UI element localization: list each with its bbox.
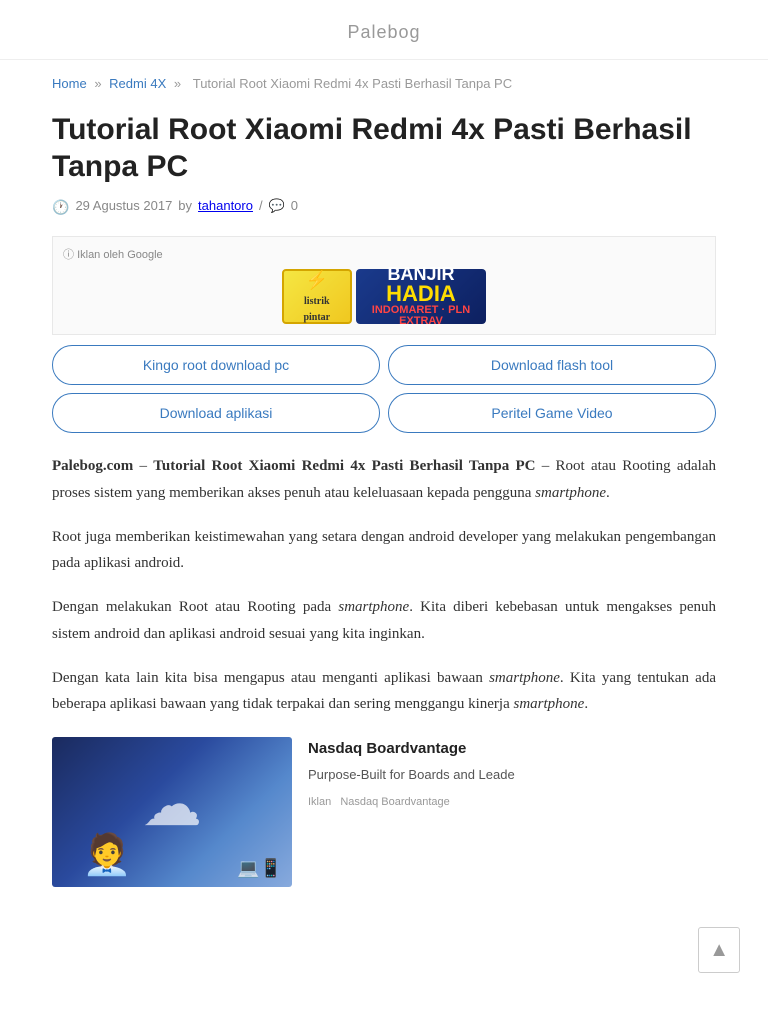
ad-link-peritel[interactable]: Peritel Game Video bbox=[388, 393, 716, 433]
para4-end: . bbox=[584, 696, 588, 712]
ad-banjir-extra: Extrav bbox=[372, 316, 470, 327]
post-content: Palebog.com – Tutorial Root Xiaomi Redmi… bbox=[52, 453, 716, 717]
breadcrumb: Home » Redmi 4X » Tutorial Root Xiaomi R… bbox=[52, 60, 716, 103]
meta-by: by bbox=[178, 196, 192, 217]
para1-end: . bbox=[606, 485, 610, 501]
paragraph-1: Palebog.com – Tutorial Root Xiaomi Redmi… bbox=[52, 453, 716, 506]
ad-listrik-line1: listrik bbox=[304, 294, 330, 310]
post-author[interactable]: tahantoro bbox=[198, 196, 253, 217]
promo-ad-tag: Iklan bbox=[308, 796, 331, 808]
intro-site: Palebog.com bbox=[52, 458, 133, 474]
ad-link-aplikasi[interactable]: Download aplikasi bbox=[52, 393, 380, 433]
promo-ad-label: Iklan Nasdaq Boardvantage bbox=[308, 794, 716, 812]
site-title: Palebog bbox=[347, 22, 420, 42]
post-meta: 🕐 29 Agustus 2017 by tahantoro / 💬 0 bbox=[52, 196, 716, 218]
para4-start: Dengan kata lain kita bisa mengapus atau… bbox=[52, 670, 489, 686]
ad-links-grid: Kingo root download pc Download flash to… bbox=[52, 345, 716, 434]
promo-ad-brand: Nasdaq Boardvantage bbox=[340, 796, 449, 808]
post-title: Tutorial Root Xiaomi Redmi 4x Pasti Berh… bbox=[52, 111, 716, 186]
smartphone-3: smartphone bbox=[489, 670, 560, 686]
breadcrumb-category[interactable]: Redmi 4X bbox=[109, 76, 166, 91]
lightning-icon: ⚡ bbox=[306, 266, 328, 295]
smartphone-4: smartphone bbox=[513, 696, 584, 712]
breadcrumb-home[interactable]: Home bbox=[52, 76, 87, 91]
post-date: 29 Agustus 2017 bbox=[75, 196, 172, 217]
ad-listrik: ⚡ listrik pintar bbox=[282, 269, 352, 324]
smartphone-1: smartphone bbox=[535, 485, 606, 501]
comment-icon: 💬 bbox=[269, 196, 285, 217]
intro-dash: – bbox=[140, 458, 148, 474]
promo-desc: Purpose-Built for Boards and Leade bbox=[308, 765, 716, 786]
cloud-icon: ☁ bbox=[142, 757, 202, 853]
comment-count: 0 bbox=[291, 196, 298, 217]
intro-end-dash: – bbox=[542, 458, 550, 474]
para3-start: Dengan melakukan Root atau Rooting pada bbox=[52, 599, 338, 615]
breadcrumb-current: Tutorial Root Xiaomi Redmi 4x Pasti Berh… bbox=[193, 76, 512, 91]
ad-banjir-text: BANJIR HADIA INDOMARET · PLN Extrav bbox=[372, 265, 470, 327]
promo-text: Nasdaq Boardvantage Purpose-Built for Bo… bbox=[308, 737, 716, 811]
promo-brand: Nasdaq Boardvantage bbox=[308, 737, 716, 761]
promo-block: ☁ 🧑‍💼 💻📱 Nasdaq Boardvantage Purpose-Bui… bbox=[52, 737, 716, 887]
site-header: Palebog bbox=[0, 0, 768, 60]
ad-block: ⓘ Iklan oleh Google ⚡ listrik pintar BAN… bbox=[52, 236, 716, 335]
paragraph-4: Dengan kata lain kita bisa mengapus atau… bbox=[52, 665, 716, 718]
devices-icon: 💻📱 bbox=[237, 854, 282, 883]
ad-listrik-line2: pintar bbox=[303, 310, 330, 326]
smartphone-2: smartphone bbox=[338, 599, 409, 615]
breadcrumb-sep1: » bbox=[94, 76, 101, 91]
ad-banjir: BANJIR HADIA INDOMARET · PLN Extrav bbox=[356, 269, 486, 324]
ad-google-label: Iklan oleh Google bbox=[77, 249, 163, 261]
back-to-top-button[interactable]: ▲ bbox=[698, 927, 740, 973]
ad-banjir-hadiah: HADIA bbox=[372, 283, 470, 305]
paragraph-2: Root juga memberikan keistimewahan yang … bbox=[52, 524, 716, 577]
ad-info-icon: ⓘ bbox=[63, 249, 74, 261]
ad-link-flash[interactable]: Download flash tool bbox=[388, 345, 716, 385]
paragraph-3: Dengan melakukan Root atau Rooting pada … bbox=[52, 594, 716, 647]
ad-banner: ⚡ listrik pintar BANJIR HADIA INDOMARET … bbox=[63, 269, 705, 324]
ad-label: ⓘ Iklan oleh Google bbox=[63, 247, 705, 265]
intro-title-bold: Tutorial Root Xiaomi Redmi 4x Pasti Berh… bbox=[153, 458, 535, 474]
ad-link-kingo[interactable]: Kingo root download pc bbox=[52, 345, 380, 385]
back-to-top-area: ▲ bbox=[0, 907, 768, 993]
promo-image: ☁ 🧑‍💼 💻📱 bbox=[52, 737, 292, 887]
person-icon: 🧑‍💼 bbox=[82, 823, 132, 887]
breadcrumb-sep2: » bbox=[174, 76, 181, 91]
clock-icon: 🕐 bbox=[52, 196, 69, 218]
